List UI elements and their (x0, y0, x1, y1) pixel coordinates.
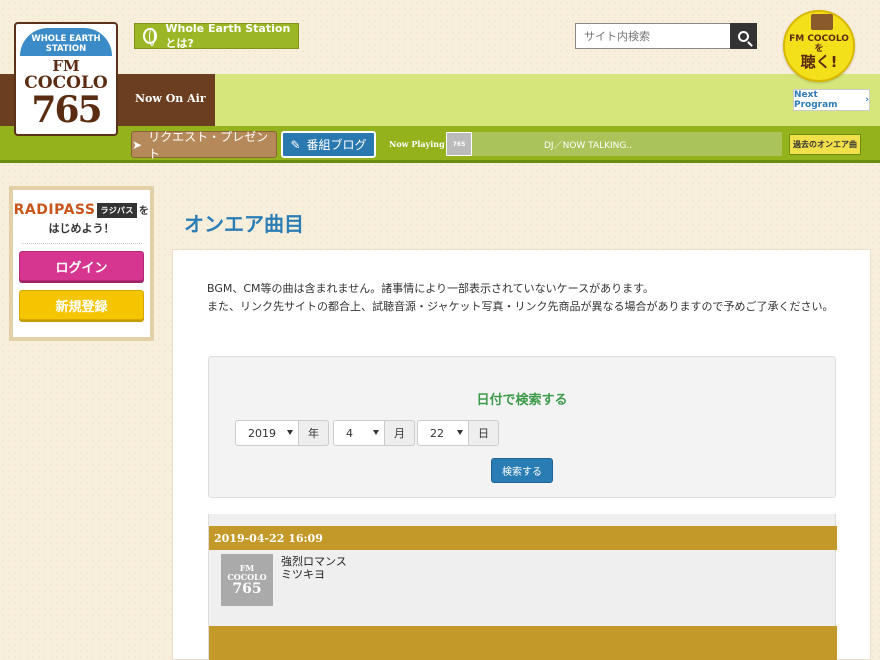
now-on-air-bar: Now On Air Next Program › (0, 74, 880, 126)
month-unit: 月 (385, 420, 415, 446)
date-search-title: 日付で検索する (476, 393, 568, 408)
date-search-button[interactable]: 検索する (491, 458, 553, 483)
next-program-button[interactable]: Next Program › (793, 89, 870, 111)
thumb-num: 765 (232, 581, 262, 597)
search-input[interactable] (575, 23, 730, 49)
notice-line-2: また、リンク先サイトの都合上、試聴音源・ジャケット写真・リンク先商品が異なる場合… (207, 300, 834, 313)
radipass-box: ラジパス (97, 202, 137, 218)
radipass-wo: を (138, 206, 150, 217)
caret-down-icon (373, 430, 379, 435)
next-result-header (209, 626, 837, 660)
radipass-logo: RADIPASS ラジパスを (13, 202, 150, 218)
day-value: 22 (430, 426, 444, 440)
month-value: 4 (346, 426, 353, 440)
radipass-promo: RADIPASS ラジパスを はじめよう！ (13, 190, 150, 236)
station-logo[interactable]: WHOLE EARTH STATION FM COCOLO 765 (14, 22, 118, 136)
caret-down-icon (287, 430, 293, 435)
song-artist: ミツキヨ (281, 568, 325, 581)
search-button[interactable] (730, 23, 757, 49)
pencil-icon: ✎ (290, 137, 301, 152)
now-playing-track: DJ／NOW TALKING.. (472, 132, 782, 156)
notice-text: BGM、CM等の曲は含まれません。諸事情により一部表示されていないケースがありま… (207, 280, 847, 316)
paper-plane-icon: ➤ (132, 137, 143, 152)
onair-results: 2019-04-22 16:09 FM COCOLO 765 強烈ロマンス ミツ… (208, 514, 837, 660)
radipass-sidebar: RADIPASS ラジパスを はじめよう！ ログイン 新規登録 (9, 186, 154, 341)
jacket-thumbnail[interactable]: FM COCOLO 765 (221, 554, 273, 606)
caret-down-icon (457, 430, 463, 435)
logo-fm: FM (52, 57, 80, 75)
request-present-button[interactable]: ➤ リクエスト・プレゼント (131, 130, 277, 161)
globe-icon (143, 28, 158, 46)
radio-icon (811, 14, 833, 30)
now-playing-thumbnail: 765 (446, 132, 472, 156)
logo-arc-text: WHOLE EARTH STATION (20, 28, 112, 56)
about-station-label: Whole Earth Stationとは? (165, 21, 291, 50)
about-station-button[interactable]: Whole Earth Stationとは? (134, 21, 299, 50)
now-on-air-label: Now On Air (135, 92, 206, 105)
year-unit: 年 (299, 420, 329, 446)
request-present-label: リクエスト・プレゼント (148, 129, 269, 161)
listen-line1: FM COCOLOを (789, 34, 849, 54)
chevron-right-icon: › (865, 95, 869, 105)
radipass-name: RADIPASS (13, 202, 96, 218)
year-value: 2019 (248, 426, 276, 440)
header: Whole Earth Stationとは? (0, 0, 880, 74)
now-playing-label: Now Playing (389, 139, 445, 149)
register-button[interactable]: 新規登録 (19, 290, 144, 320)
program-blog-button[interactable]: ✎ 番組ブログ (281, 131, 376, 158)
listen-line2: 聴く! (800, 53, 838, 71)
next-program-label: Next Program (794, 90, 838, 110)
search-icon (738, 30, 749, 42)
program-blog-label: 番組ブログ (306, 138, 367, 152)
date-search-panel: 日付で検索する 2019 年 4 月 22 日 検索する (208, 356, 836, 498)
now-playing-bar: ➤ リクエスト・プレゼント ✎ 番組ブログ Now Playing 765 DJ… (0, 126, 880, 163)
main-panel: BGM、CM等の曲は含まれません。諸事情により一部表示されていないケースがありま… (172, 249, 871, 660)
logo-frequency: 765 (31, 89, 102, 131)
day-select[interactable]: 22 (417, 420, 469, 446)
year-select[interactable]: 2019 (235, 420, 299, 446)
result-datetime: 2019-04-22 16:09 (209, 526, 837, 550)
radipass-tagline: はじめよう！ (48, 222, 115, 235)
page-title: オンエア曲目 (184, 212, 304, 236)
month-select[interactable]: 4 (333, 420, 385, 446)
login-button[interactable]: ログイン (19, 251, 144, 281)
listen-live-button[interactable]: FM COCOLOを 聴く! (783, 10, 855, 82)
divider (21, 243, 142, 244)
notice-line-1: BGM、CM等の曲は含まれません。諸事情により一部表示されていないケースがありま… (207, 282, 655, 295)
past-onair-button[interactable]: 過去のオンエア曲 (789, 134, 861, 155)
day-unit: 日 (469, 420, 499, 446)
site-search (575, 23, 757, 49)
